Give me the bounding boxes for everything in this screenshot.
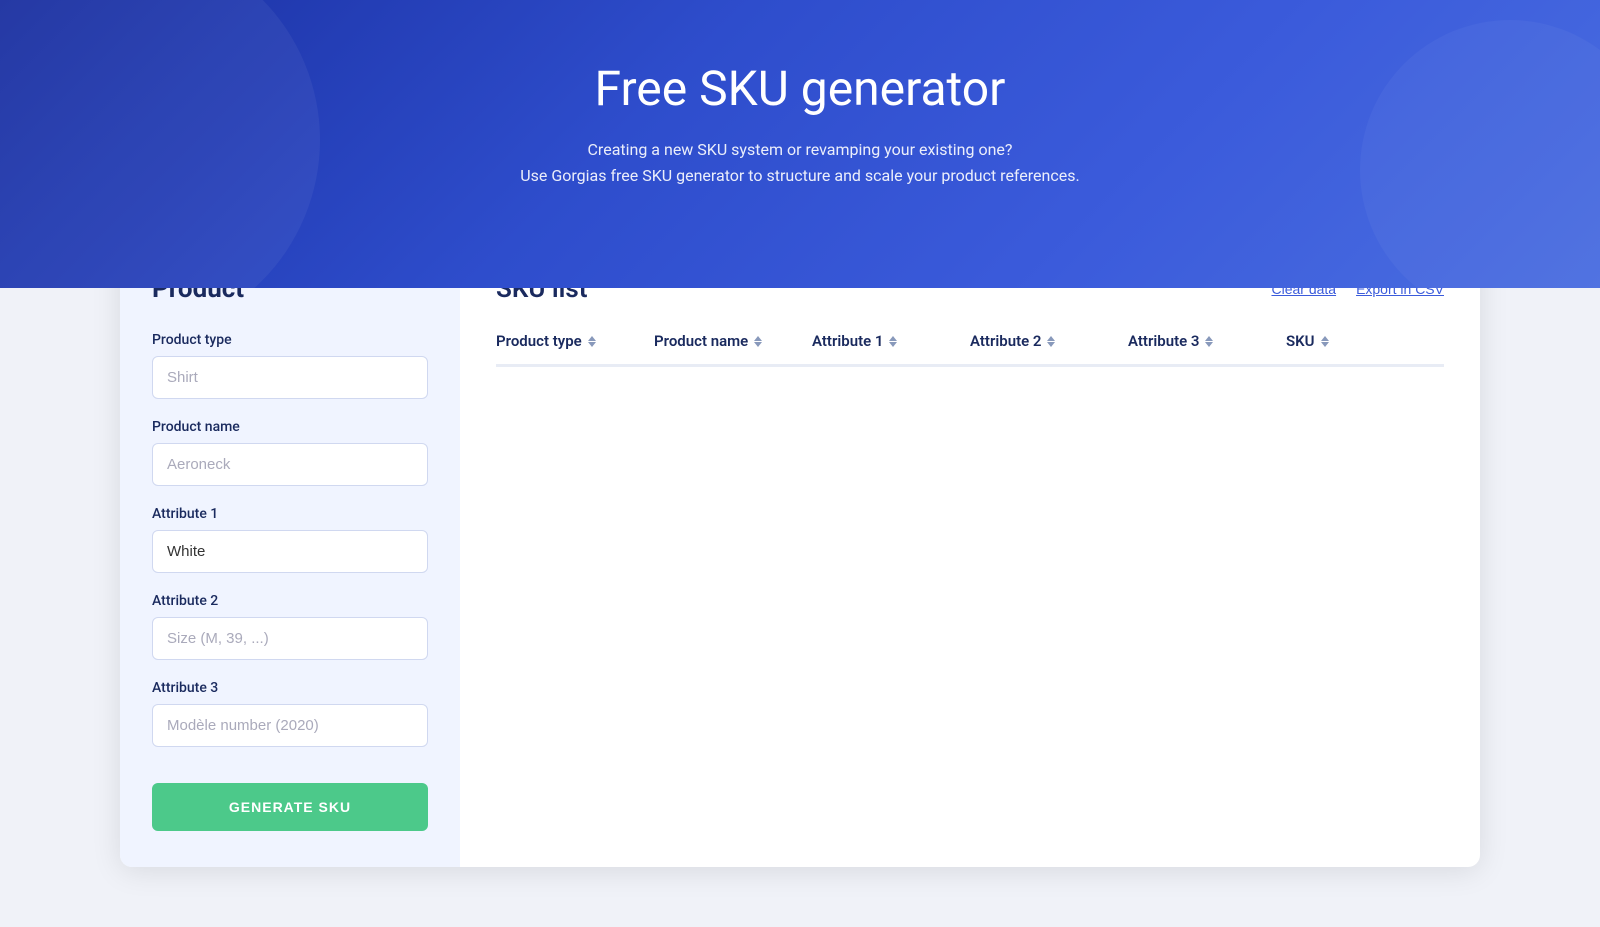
- hero-section: Free SKU generator Creating a new SKU sy…: [0, 0, 1600, 288]
- attribute-3-group: Attribute 3: [152, 680, 428, 747]
- product-sidebar: Product Product type Product name Attrib…: [120, 238, 460, 867]
- main-card: Product Product type Product name Attrib…: [120, 238, 1480, 867]
- hero-subtitle: Creating a new SKU system or revamping y…: [20, 137, 1580, 188]
- attribute-1-input[interactable]: [152, 530, 428, 573]
- col-label-attribute-2: Attribute 2: [970, 332, 1041, 350]
- hero-subtitle-line1: Creating a new SKU system or revamping y…: [588, 140, 1013, 159]
- col-header-attribute-2[interactable]: Attribute 2: [970, 332, 1128, 350]
- col-label-attribute-3: Attribute 3: [1128, 332, 1199, 350]
- sort-icon-product-type: [588, 336, 596, 347]
- attribute-1-label: Attribute 1: [152, 506, 428, 522]
- main-container: Product Product type Product name Attrib…: [100, 238, 1500, 907]
- attribute-2-group: Attribute 2: [152, 593, 428, 660]
- sort-icon-attribute-3: [1205, 336, 1213, 347]
- col-label-product-name: Product name: [654, 332, 748, 350]
- sort-icon-product-name: [754, 336, 762, 347]
- hero-subtitle-line2: Use Gorgias free SKU generator to struct…: [520, 166, 1079, 185]
- col-header-product-name[interactable]: Product name: [654, 332, 812, 350]
- col-label-sku: SKU: [1286, 332, 1315, 350]
- hero-title: Free SKU generator: [20, 60, 1580, 117]
- col-label-product-type: Product type: [496, 332, 582, 350]
- attribute-2-input[interactable]: [152, 617, 428, 660]
- col-header-sku[interactable]: SKU: [1286, 332, 1444, 350]
- table-body: [496, 367, 1444, 667]
- product-type-input[interactable]: [152, 356, 428, 399]
- sort-icon-attribute-1: [889, 336, 897, 347]
- sku-table: Product type Product name: [496, 332, 1444, 667]
- generate-sku-button[interactable]: GENERATE SKU: [152, 783, 428, 831]
- table-header: Product type Product name: [496, 332, 1444, 366]
- attribute-3-input[interactable]: [152, 704, 428, 747]
- sort-icon-attribute-2: [1047, 336, 1055, 347]
- col-header-attribute-1[interactable]: Attribute 1: [812, 332, 970, 350]
- attribute-3-label: Attribute 3: [152, 680, 428, 696]
- col-label-attribute-1: Attribute 1: [812, 332, 883, 350]
- product-type-group: Product type: [152, 332, 428, 399]
- product-type-label: Product type: [152, 332, 428, 348]
- attribute-1-group: Attribute 1: [152, 506, 428, 573]
- sort-icon-sku: [1321, 336, 1329, 347]
- attribute-2-label: Attribute 2: [152, 593, 428, 609]
- product-name-input[interactable]: [152, 443, 428, 486]
- product-name-group: Product name: [152, 419, 428, 486]
- product-name-label: Product name: [152, 419, 428, 435]
- col-header-product-type[interactable]: Product type: [496, 332, 654, 350]
- col-header-attribute-3[interactable]: Attribute 3: [1128, 332, 1286, 350]
- content-area: SKU list Clear data Export in CSV Produc…: [460, 238, 1480, 867]
